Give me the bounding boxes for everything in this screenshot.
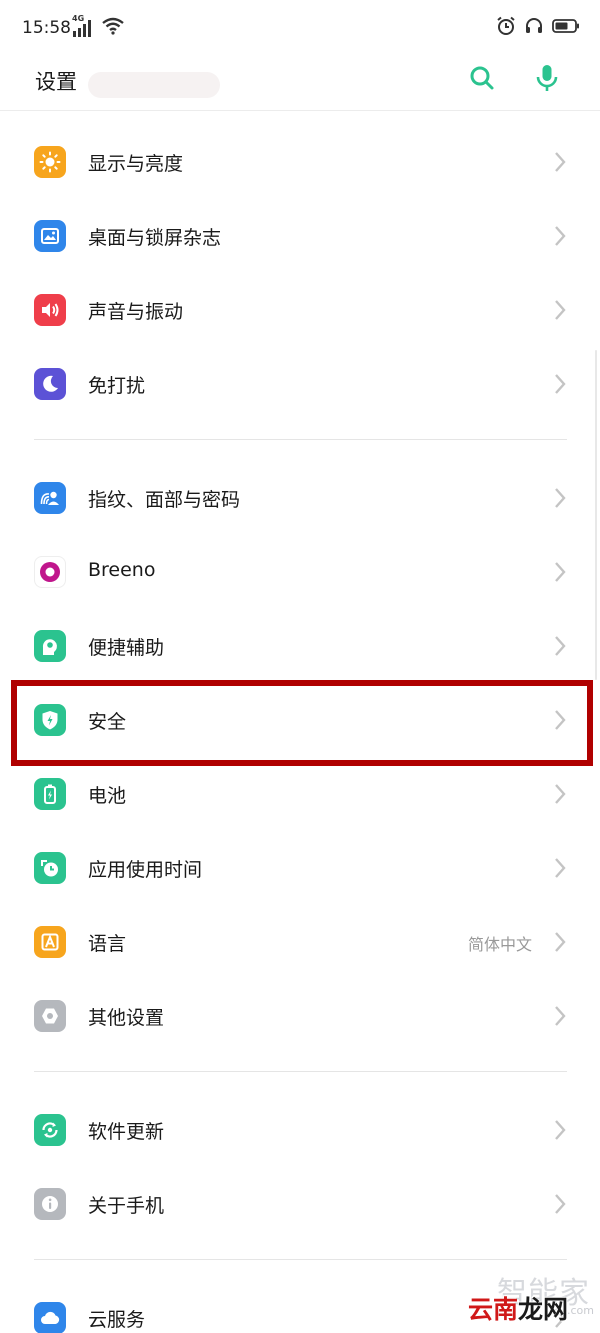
- chevron-right-icon: [553, 782, 567, 806]
- settings-item-label: 电池: [88, 785, 127, 807]
- chevron-right-icon: [553, 856, 567, 880]
- assist-icon: [34, 630, 66, 662]
- settings-item-sound[interactable]: 声音与振动: [0, 273, 600, 347]
- settings-item-label: 指纹、面部与密码: [88, 489, 241, 511]
- chevron-right-icon: [553, 486, 567, 510]
- chevron-right-icon: [553, 1192, 567, 1216]
- watermark-logo: 智能家 ...com 云南龙网: [468, 1268, 600, 1333]
- settings-item-language[interactable]: 语言 简体中文: [0, 905, 600, 979]
- chevron-right-icon: [553, 224, 567, 248]
- search-icon[interactable]: [467, 63, 497, 93]
- settings-item-other-settings[interactable]: 其他设置: [0, 979, 600, 1053]
- settings-item-biometrics[interactable]: 指纹、面部与密码: [0, 461, 600, 535]
- settings-header: 设置: [0, 58, 600, 111]
- settings-item-label: 应用使用时间: [88, 859, 203, 881]
- settings-item-label: 其他设置: [88, 1007, 165, 1029]
- language-current-value: 简体中文: [467, 935, 532, 954]
- app-timer-icon: [34, 852, 66, 884]
- headset-icon: [524, 16, 544, 40]
- settings-item-accessibility[interactable]: 便捷辅助: [0, 609, 600, 683]
- chevron-right-icon: [553, 930, 567, 954]
- wallpaper-icon: [34, 220, 66, 252]
- settings-item-label: 便捷辅助: [88, 637, 165, 659]
- chevron-right-icon: [553, 298, 567, 322]
- chevron-right-icon: [553, 560, 567, 584]
- moon-icon: [34, 368, 66, 400]
- alarm-icon: [496, 16, 516, 40]
- speaker-icon: [34, 294, 66, 326]
- status-bar: 15:58 4G: [0, 0, 600, 58]
- settings-item-breeno[interactable]: Breeno: [0, 535, 600, 609]
- update-icon: [34, 1114, 66, 1146]
- section-divider: [0, 421, 600, 461]
- settings-item-about-phone[interactable]: 关于手机: [0, 1167, 600, 1241]
- wifi-icon: [102, 17, 124, 39]
- settings-item-label: 关于手机: [88, 1195, 165, 1217]
- settings-item-label: 桌面与锁屏杂志: [88, 227, 222, 249]
- watermark-dark-text: 龙网: [518, 1295, 569, 1324]
- settings-item-do-not-disturb[interactable]: 免打扰: [0, 347, 600, 421]
- face-fingerprint-icon: [34, 482, 66, 514]
- settings-item-display[interactable]: 显示与亮度: [0, 125, 600, 199]
- chevron-right-icon: [553, 150, 567, 174]
- chevron-right-icon: [553, 1004, 567, 1028]
- watermark-main-text: 云南龙网: [468, 1290, 568, 1326]
- settings-item-label: 免打扰: [88, 375, 146, 397]
- watermark-red-text: 云南: [468, 1295, 519, 1324]
- chevron-right-icon: [553, 634, 567, 658]
- settings-item-label: 显示与亮度: [88, 153, 184, 175]
- info-icon: [34, 1188, 66, 1220]
- chevron-right-icon: [553, 1118, 567, 1142]
- page-title: 设置: [35, 70, 77, 94]
- settings-item-software-update[interactable]: 软件更新: [0, 1093, 600, 1167]
- language-icon: [34, 926, 66, 958]
- settings-item-label: 声音与振动: [88, 301, 184, 323]
- battery-icon: [34, 778, 66, 810]
- blurred-account-banner: [88, 72, 220, 98]
- cloud-icon: [34, 1302, 66, 1333]
- settings-item-label: 安全: [88, 711, 127, 733]
- settings-list: 显示与亮度 桌面与锁屏杂志 声音与振动 免打扰 指纹、面部与密码 Breeno …: [0, 111, 600, 1333]
- settings-item-app-usage-time[interactable]: 应用使用时间: [0, 831, 600, 905]
- settings-item-battery[interactable]: 电池: [0, 757, 600, 831]
- settings-item-label: 软件更新: [88, 1121, 165, 1143]
- gear-icon: [34, 1000, 66, 1032]
- section-divider: [0, 1053, 600, 1093]
- settings-item-security[interactable]: 安全: [0, 683, 600, 757]
- brightness-icon: [34, 146, 66, 178]
- chevron-right-icon: [553, 708, 567, 732]
- settings-item-label: Breeno: [88, 559, 156, 581]
- signal-4g-icon: 4G: [72, 14, 96, 38]
- status-time: 15:58: [22, 18, 71, 38]
- breeno-icon: [34, 556, 66, 588]
- settings-item-label: 语言: [88, 933, 127, 955]
- shield-icon: [34, 704, 66, 736]
- microphone-icon[interactable]: [532, 63, 562, 93]
- battery-status-icon: [552, 18, 580, 38]
- chevron-right-icon: [553, 372, 567, 396]
- settings-item-label: 云服务: [88, 1309, 146, 1331]
- settings-item-wallpaper[interactable]: 桌面与锁屏杂志: [0, 199, 600, 273]
